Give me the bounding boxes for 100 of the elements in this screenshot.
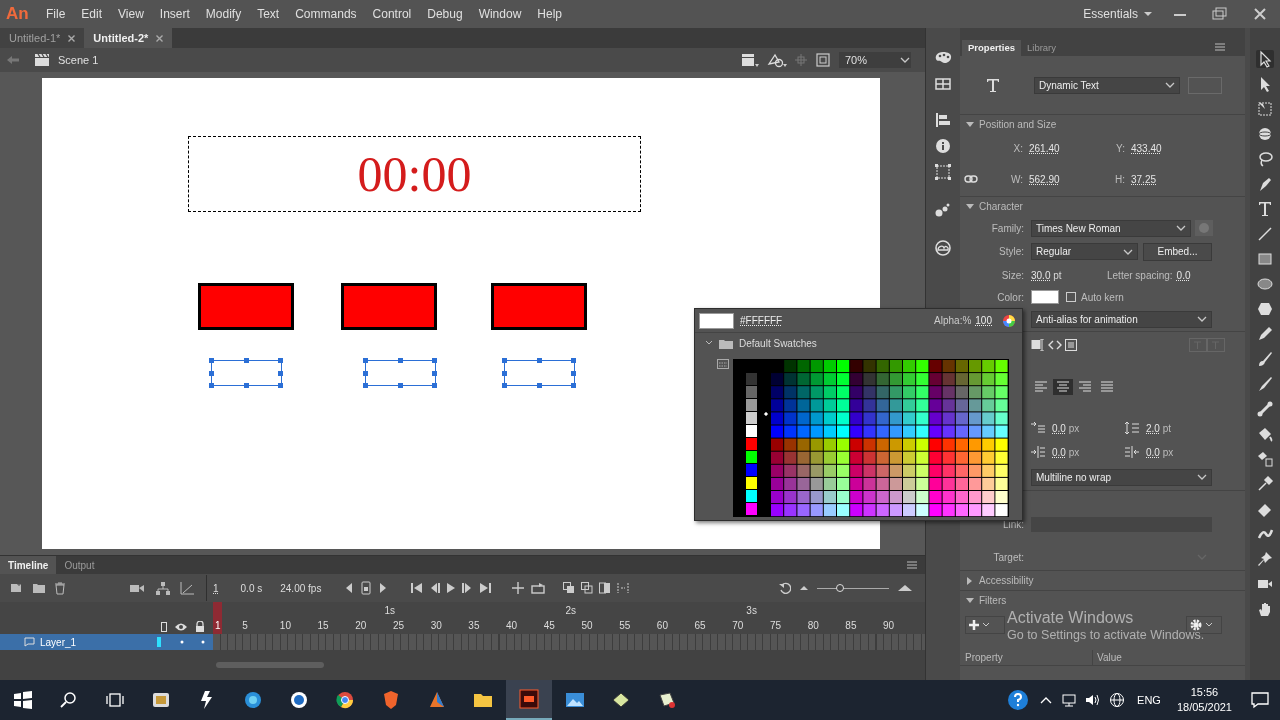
text-tool-icon[interactable] — [1256, 200, 1274, 218]
first-frame-icon[interactable] — [411, 582, 424, 594]
dot-icon[interactable] — [201, 640, 205, 644]
chevron-down-icon[interactable] — [1196, 314, 1208, 324]
notification-icon[interactable] — [1250, 691, 1270, 709]
left-margin-icon[interactable] — [1030, 445, 1046, 459]
clock-date[interactable]: 18/05/2021 — [1176, 700, 1232, 715]
chevron-down-icon[interactable] — [1175, 223, 1187, 233]
new-layer-icon[interactable] — [10, 582, 24, 594]
color-swatch-grid[interactable] — [733, 359, 1009, 517]
edit-multiple-icon[interactable] — [599, 582, 612, 594]
embed-button[interactable]: Embed... — [1143, 242, 1212, 261]
polystar-icon[interactable] — [1256, 300, 1274, 318]
clapperboard-icon[interactable] — [741, 52, 759, 68]
onion-outline-icon[interactable] — [581, 582, 594, 594]
w-value-field[interactable]: 562.90 — [1029, 171, 1113, 187]
trash-icon[interactable] — [54, 581, 66, 595]
chevron-down-icon[interactable] — [1164, 80, 1176, 90]
zoom-dropdown[interactable]: 70% — [839, 52, 911, 68]
menu-item[interactable]: Modify — [197, 5, 250, 23]
panel-tab[interactable]: Library — [1021, 40, 1063, 56]
menu-item[interactable]: Commands — [287, 5, 365, 23]
dot-icon[interactable] — [180, 640, 184, 644]
lasso-icon[interactable] — [1256, 150, 1274, 168]
network-icon[interactable] — [1060, 692, 1079, 708]
color-swatch[interactable] — [1031, 290, 1059, 304]
task-view-icon[interactable] — [105, 690, 125, 710]
panel-menu-icon[interactable] — [907, 561, 917, 569]
center-frame-icon[interactable] — [511, 582, 526, 594]
panel-tab[interactable]: Timeline — [0, 556, 57, 574]
pin-icon[interactable] — [1256, 550, 1274, 568]
selection-box[interactable] — [211, 360, 282, 386]
menu-item[interactable]: Window — [470, 5, 530, 23]
graph-icon[interactable] — [180, 581, 194, 595]
h-value-field[interactable]: 37.25 — [1131, 171, 1157, 187]
close-icon[interactable] — [68, 34, 76, 42]
menu-item[interactable]: File — [38, 5, 74, 23]
picture-viewer-icon[interactable] — [565, 690, 585, 710]
left-margin-field[interactable]: 0.0 px — [1052, 444, 1112, 460]
clapperboard-icon[interactable] — [34, 53, 50, 67]
bone-icon[interactable] — [1256, 400, 1274, 418]
menu-item[interactable]: Insert — [151, 5, 198, 23]
menu-item[interactable]: View — [110, 5, 152, 23]
chevron-down-icon[interactable] — [982, 622, 990, 628]
reset-zoom-icon[interactable] — [779, 582, 791, 594]
paint-brush-icon[interactable] — [1256, 350, 1274, 368]
auto-kern-checkbox[interactable] — [1066, 292, 1076, 302]
line-tool-icon[interactable] — [1256, 225, 1274, 243]
font-family-dropdown[interactable]: Times New Roman — [1031, 219, 1191, 237]
line-spacing-field[interactable]: 2.0 pt — [1146, 420, 1206, 436]
alpha-value-field[interactable]: 100 — [975, 313, 992, 328]
transform-icon[interactable] — [934, 164, 952, 180]
x-value-field[interactable]: 261.40 — [1029, 140, 1113, 156]
swatches-icon[interactable] — [934, 76, 952, 92]
right-margin-icon[interactable] — [1124, 445, 1140, 459]
symbol-edit-icon[interactable] — [767, 52, 787, 68]
border-icon[interactable] — [1065, 338, 1077, 351]
indent-field[interactable]: 0.0 px — [1052, 420, 1112, 436]
swatch-folder-label[interactable]: Default Swatches — [739, 335, 817, 351]
oval-tool-icon[interactable] — [1256, 275, 1274, 293]
chevron-up-icon[interactable] — [1039, 695, 1054, 705]
chevron-down-icon[interactable] — [899, 55, 911, 65]
time-readout[interactable]: 0.0 s — [240, 580, 263, 596]
menu-item[interactable]: Control — [364, 5, 420, 23]
help-icon[interactable] — [1007, 689, 1030, 711]
color-wheel-icon[interactable] — [1002, 313, 1016, 328]
language-indicator[interactable]: ENG — [1137, 691, 1161, 709]
folder-icon[interactable] — [32, 582, 46, 594]
step-forward-icon[interactable] — [379, 582, 388, 594]
app-icon[interactable] — [657, 690, 677, 710]
info-icon[interactable] — [934, 138, 952, 154]
outline-toggle-icon[interactable] — [161, 622, 167, 632]
text-type-dropdown[interactable]: Dynamic Text — [1034, 76, 1180, 94]
font-size-field[interactable]: 30.0 pt — [1031, 267, 1101, 283]
eye-icon[interactable] — [174, 622, 188, 632]
ink-bottle-icon[interactable] — [1256, 450, 1274, 468]
free-transform-icon[interactable] — [1256, 100, 1274, 118]
section-header[interactable]: Position and Size — [979, 117, 1057, 132]
zoom-slider[interactable] — [817, 583, 889, 593]
menu-item[interactable]: Text — [249, 5, 288, 23]
hex-value-field[interactable]: #FFFFFF — [740, 313, 783, 328]
start-icon[interactable] — [13, 690, 33, 710]
last-frame-icon[interactable] — [479, 582, 492, 594]
chevron-down-icon[interactable] — [1196, 472, 1208, 482]
indent-icon[interactable] — [1030, 421, 1046, 435]
marker-range-icon[interactable] — [617, 582, 630, 594]
chevron-down-icon[interactable] — [1205, 622, 1213, 628]
menu-item[interactable]: Edit — [73, 5, 111, 23]
y-value-field[interactable]: 433.40 — [1131, 140, 1162, 156]
app-icon[interactable] — [151, 690, 171, 710]
close-icon[interactable] — [156, 34, 164, 42]
selectable-icon[interactable] — [1031, 338, 1045, 351]
panel-tab[interactable]: Output — [56, 556, 103, 574]
camera-icon[interactable] — [130, 583, 144, 593]
line-spacing-icon[interactable] — [1124, 421, 1140, 435]
html-tags-icon[interactable] — [1048, 338, 1062, 351]
selection-tool-icon[interactable] — [1256, 50, 1274, 68]
rotation-3d-icon[interactable] — [1256, 125, 1274, 143]
align-icon[interactable] — [934, 112, 952, 128]
clock-time[interactable]: 15:56 — [1190, 685, 1219, 700]
